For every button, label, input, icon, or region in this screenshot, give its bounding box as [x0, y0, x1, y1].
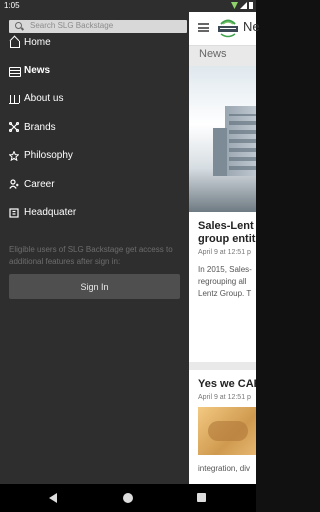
home-button-icon[interactable]	[123, 493, 133, 503]
menu-item-label: News	[24, 65, 51, 77]
navigation-drawer: Search SLG Backstage Home News About us	[0, 12, 189, 484]
menu-item-home[interactable]: Home	[0, 28, 189, 56]
wifi-icon	[231, 2, 238, 9]
recents-icon[interactable]	[197, 493, 206, 502]
status-time: 1:05	[4, 1, 20, 10]
news-card-title: Sales-Lent group entit	[198, 220, 256, 245]
news-card[interactable]: Yes we CAR April 9 at 12:51 p integratio…	[189, 370, 256, 490]
app-title: Ne	[243, 19, 260, 34]
hamburger-menu-icon[interactable]	[198, 23, 209, 32]
menu-item-label: About us	[24, 93, 64, 105]
news-card-date: April 9 at 12:51 p	[198, 249, 251, 256]
signal-icon	[240, 2, 247, 9]
backstage-logo-icon	[218, 19, 238, 38]
back-icon[interactable]	[49, 493, 57, 503]
menu-item-philosophy[interactable]: Philosophy	[0, 142, 189, 170]
home-icon	[9, 37, 20, 49]
news-icon	[9, 66, 21, 77]
menu-item-label: Home	[24, 36, 51, 48]
menu-item-headquater[interactable]: Headquater	[0, 198, 189, 226]
section-label: News	[199, 48, 227, 60]
menu-item-about-us[interactable]: About us	[0, 85, 189, 113]
sign-in-info-text: Eligible users of SLG Backstage get acce…	[9, 245, 173, 266]
star-icon	[9, 150, 19, 161]
news-card-image	[198, 407, 256, 455]
news-feed: Sales-Lent group entit April 9 at 12:51 …	[189, 66, 256, 498]
career-icon	[9, 179, 19, 190]
news-card-image	[189, 66, 256, 212]
battery-icon	[249, 2, 253, 9]
menu-item-brands[interactable]: Brands	[0, 113, 189, 141]
status-icons	[231, 2, 253, 9]
about-icon	[9, 94, 20, 104]
sign-in-button[interactable]: Sign In	[9, 274, 180, 299]
news-card-date: April 9 at 12:51 p	[198, 394, 251, 401]
news-card[interactable]: Sales-Lent group entit April 9 at 12:51 …	[189, 66, 256, 362]
headquater-icon	[9, 207, 19, 218]
menu-item-label: Brands	[24, 121, 56, 133]
news-card-text: In 2015, Sales- regrouping all Lentz Gro…	[198, 265, 252, 298]
menu-item-career[interactable]: Career	[0, 170, 189, 198]
news-card-title: Yes we CAR	[198, 378, 256, 390]
drawer-menu: Home News About us Brands Philosophy Car…	[0, 28, 189, 227]
menu-item-label: Philosophy	[24, 150, 73, 162]
news-card-text: integration, div	[198, 464, 251, 473]
menu-item-label: Career	[24, 178, 55, 190]
status-bar: 1:05	[0, 0, 256, 12]
system-nav-bar	[0, 484, 256, 512]
menu-item-news[interactable]: News	[0, 56, 189, 84]
brands-icon	[9, 122, 19, 133]
menu-item-label: Headquater	[24, 207, 77, 219]
